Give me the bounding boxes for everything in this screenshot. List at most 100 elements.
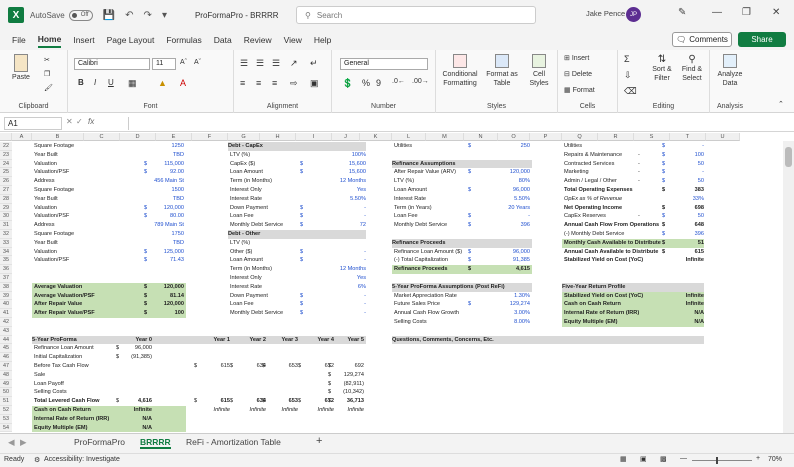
proforma-value[interactable]: 615 xyxy=(198,362,230,371)
merge-center-icon[interactable]: ▣ xyxy=(310,78,319,89)
share-button[interactable]: Share xyxy=(738,32,786,47)
format-as-table-button[interactable]: Format as Table xyxy=(484,54,520,88)
tab-scroll-right-icon[interactable]: ▶ xyxy=(20,437,27,448)
opex-label[interactable]: (-) Monthly Debt Service xyxy=(564,230,674,239)
italic-icon[interactable]: I xyxy=(94,78,96,87)
opex-label[interactable]: Marketing xyxy=(564,168,674,177)
menu-home[interactable]: Home xyxy=(37,32,62,48)
font-size-select[interactable]: 11 xyxy=(152,58,176,70)
save-icon[interactable]: 💾 xyxy=(103,10,115,21)
proforma-return-value[interactable]: Infinite xyxy=(120,406,152,415)
column-header-s[interactable]: S xyxy=(634,133,670,141)
add-sheet-icon[interactable]: + xyxy=(316,435,322,447)
row-header-22[interactable]: 22 xyxy=(0,142,12,151)
refi-label[interactable]: After Repair Value (ARV) xyxy=(394,168,494,177)
proforma-value[interactable]: 653 xyxy=(266,362,298,371)
opex-value[interactable]: 615 xyxy=(670,248,704,257)
tab-brrrr[interactable]: BRRRR xyxy=(140,437,171,449)
zoom-level[interactable]: 70% xyxy=(768,456,782,463)
refi-value[interactable]: 5.50% xyxy=(492,195,530,204)
column-header-p[interactable]: P xyxy=(530,133,562,141)
sort-filter-button[interactable]: ⇅ Sort & Filter xyxy=(648,54,676,83)
property-value[interactable]: TBD xyxy=(120,195,184,204)
menu-insert[interactable]: Insert xyxy=(73,33,94,47)
formula-input[interactable] xyxy=(128,117,790,130)
proforma-label[interactable]: Selling Costs xyxy=(34,388,144,397)
column-header-l[interactable]: L xyxy=(392,133,426,141)
column-header-e[interactable]: E xyxy=(156,133,192,141)
row-header-34[interactable]: 34 xyxy=(0,247,12,257)
opex-value[interactable]: 396 xyxy=(670,230,704,239)
property-value[interactable]: TBD xyxy=(120,239,184,248)
autosave-toggle[interactable]: Off xyxy=(68,9,93,21)
column-header-b[interactable]: B xyxy=(32,133,84,141)
opex-label[interactable]: Stabilized Yield on Cost (YoC) xyxy=(564,256,674,265)
row-header-26[interactable]: 26 xyxy=(0,177,12,186)
opex-label[interactable]: Net Operating Income xyxy=(564,204,674,213)
column-header-f[interactable]: F xyxy=(192,133,228,141)
refi-label[interactable]: Monthly Debt Service xyxy=(394,221,494,230)
document-title[interactable]: ProFormaPro - BRRRR xyxy=(195,11,279,20)
column-header-a[interactable]: A xyxy=(12,133,32,141)
row-header-43[interactable]: 43 xyxy=(0,326,12,336)
opex-label[interactable]: Utilities xyxy=(564,142,674,151)
column-header-t[interactable]: T xyxy=(670,133,706,141)
summary-value[interactable]: 120,000 xyxy=(120,283,184,292)
proforma-post-value[interactable]: 1.30% xyxy=(492,292,530,301)
pen-icon[interactable]: ✎ xyxy=(678,7,686,18)
scroll-thumb[interactable] xyxy=(785,147,792,167)
property-value[interactable]: 789 Main St xyxy=(120,221,184,230)
refi-value[interactable]: 120,000 xyxy=(492,168,530,177)
row-header-44[interactable]: 44 xyxy=(0,335,12,345)
row-header-27[interactable]: 27 xyxy=(0,186,12,195)
refi-proceeds-label[interactable]: Refinance Proceeds xyxy=(394,265,494,274)
proforma-value[interactable]: 653 xyxy=(266,397,298,406)
align-right-icon[interactable]: ≡ xyxy=(272,78,277,88)
proforma-return-value[interactable]: Infinite xyxy=(302,406,334,415)
returns-value[interactable]: N/A xyxy=(670,318,704,327)
proforma-post-value[interactable]: 129,274 xyxy=(492,300,530,309)
capex-value[interactable]: 12 Months xyxy=(332,177,366,186)
capex-label[interactable]: LTV (%) xyxy=(230,151,320,160)
proforma-label[interactable]: Before Tax Cash Flow xyxy=(34,362,144,371)
accounting-icon[interactable]: 💲 xyxy=(342,78,353,89)
page-layout-view-icon[interactable]: ▣ xyxy=(640,455,647,463)
opex-value[interactable]: - xyxy=(670,168,704,177)
copy-icon[interactable]: ❐ xyxy=(44,70,50,78)
cut-icon[interactable]: ✂ xyxy=(44,56,50,64)
menu-page-layout[interactable]: Page Layout xyxy=(107,33,155,47)
opex-value[interactable]: 100 xyxy=(670,151,704,160)
opex-label[interactable]: Admin / Legal / Other xyxy=(564,177,674,186)
vertical-scrollbar[interactable] xyxy=(783,141,794,433)
fill-icon[interactable]: ⇩ xyxy=(624,70,632,81)
row-header-40[interactable]: 40 xyxy=(0,300,12,310)
column-header-k[interactable]: K xyxy=(360,133,392,141)
tab-scroll-left-icon[interactable]: ◀ xyxy=(8,437,15,448)
indent-icon[interactable]: ⇨ xyxy=(290,78,298,89)
property-value[interactable]: 1250 xyxy=(120,142,184,151)
refi-proceeds-label[interactable]: Refinance Loan Amount ($) xyxy=(394,248,494,257)
returns-label[interactable]: Stabilized Yield on Cost (YoC) xyxy=(564,292,674,301)
returns-value[interactable]: Infinite xyxy=(670,292,704,301)
property-value[interactable]: 1750 xyxy=(120,230,184,239)
zoom-slider[interactable] xyxy=(692,460,752,461)
tab-refi-amortization[interactable]: ReFi - Amortization Table xyxy=(186,437,281,447)
row-header-28[interactable]: 28 xyxy=(0,194,12,204)
fill-color-icon[interactable]: ▲ xyxy=(158,78,167,88)
column-header-r[interactable]: R xyxy=(598,133,634,141)
opex-label[interactable]: Monthly Cash Available to Distribute xyxy=(564,239,674,248)
row-header-42[interactable]: 42 xyxy=(0,318,12,327)
menu-review[interactable]: Review xyxy=(244,33,272,47)
returns-value[interactable]: N/A xyxy=(670,309,704,318)
refi-proceeds-value[interactable]: 91,385 xyxy=(492,256,530,265)
column-header-g[interactable]: G xyxy=(228,133,260,141)
close-icon[interactable]: ✕ xyxy=(772,7,780,18)
spreadsheet-grid[interactable]: A B C D E F G H I J K L M N O P Q R S T U 22 23 24 25 26 27 28 29 30 3… xyxy=(0,133,794,433)
other-debt-label[interactable]: Term (in Months) xyxy=(230,265,320,274)
proforma-return-value[interactable]: N/A xyxy=(120,424,152,433)
capex-value[interactable]: - xyxy=(332,204,366,213)
refi-proceeds-value[interactable]: 96,000 xyxy=(492,248,530,257)
property-value[interactable]: 80.00 xyxy=(120,212,184,221)
refi-proceeds-value[interactable]: 4,615 xyxy=(492,265,530,274)
column-header-c[interactable]: C xyxy=(84,133,120,141)
